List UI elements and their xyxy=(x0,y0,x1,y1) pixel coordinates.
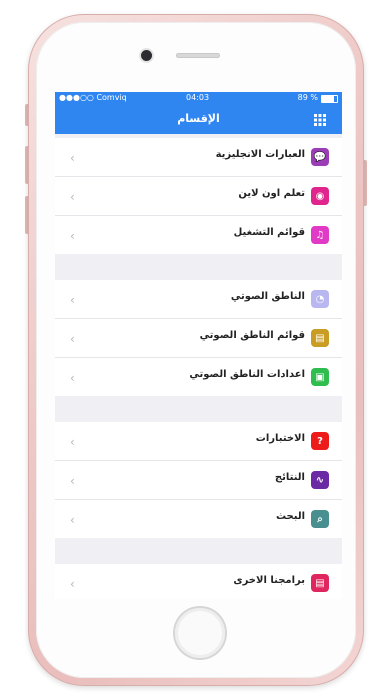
chevron-left-icon: ‹ xyxy=(70,435,75,449)
page-title: الإقسام xyxy=(177,112,220,125)
chevron-left-icon: ‹ xyxy=(70,513,75,527)
time-text: 04:03 xyxy=(186,93,210,102)
menu-row-label: النتائج xyxy=(274,472,305,483)
menu-row-label: تعلم اون لاين xyxy=(238,188,305,199)
menu-row[interactable]: العبارات الانجليزية 💬 ‹ xyxy=(55,138,342,177)
playlist-icon: ♫ xyxy=(311,226,329,244)
menu-group: برامجنا الاخرى ▤ ‹ xyxy=(55,564,342,599)
chevron-left-icon: ‹ xyxy=(70,332,75,346)
menu-group: الاختبارات? ‹ النتائج ∿ ‹ البحث ⌕ ‹ xyxy=(55,422,342,538)
group-separator xyxy=(55,396,342,422)
app-screen: ●●●○○ Comviq 04:03 89 % الإقسام العبارات… xyxy=(55,92,342,599)
carrier-text: ●●●○○ Comviq xyxy=(59,93,127,102)
menu-row[interactable]: برامجنا الاخرى ▤ ‹ xyxy=(55,564,342,599)
grid-icon[interactable] xyxy=(314,114,326,126)
menu-group: العبارات الانجليزية 💬 ‹ تعلم اون لاين ◉ ‹ قوائ… xyxy=(55,138,342,254)
question-icon: ? xyxy=(311,432,329,450)
menu-row-label: الاختبارات xyxy=(255,433,305,444)
menu-row-label: الناطق الصوتي xyxy=(230,291,305,302)
chevron-left-icon: ‹ xyxy=(70,151,75,165)
nav-bar: الإقسام xyxy=(55,105,342,134)
status-bar: ●●●○○ Comviq 04:03 89 % xyxy=(55,92,342,105)
chevron-left-icon: ‹ xyxy=(70,371,75,385)
group-separator xyxy=(55,538,342,564)
chevron-left-icon: ‹ xyxy=(70,293,75,307)
settings-phone-icon: ▣ xyxy=(311,368,329,386)
speech-list-icon: ▤ xyxy=(311,329,329,347)
menu-row-label: قوائم التشغيل xyxy=(233,227,305,238)
menu-groups: العبارات الانجليزية 💬 ‹ تعلم اون لاين ◉ ‹ قوائ… xyxy=(55,134,342,599)
group-separator xyxy=(55,254,342,280)
menu-row[interactable]: قوائم التشغيل ♫ ‹ xyxy=(55,216,342,254)
chevron-left-icon: ‹ xyxy=(70,474,75,488)
battery-icon xyxy=(321,95,338,103)
menu-group: الناطق الصوتي ◔ ‹ قوائم الناطق الصوتي ▤ ‹ اعدا… xyxy=(55,280,342,396)
menu-row-label: البحث xyxy=(275,511,305,522)
menu-row[interactable]: النتائج ∿ ‹ xyxy=(55,461,342,500)
speaker-icon: ◔ xyxy=(311,290,329,308)
menu-row[interactable]: الاختبارات? ‹ xyxy=(55,422,342,461)
menu-row-label: قوائم الناطق الصوتي xyxy=(199,330,305,341)
chevron-left-icon: ‹ xyxy=(70,577,75,591)
apps-list-icon: ▤ xyxy=(311,574,329,592)
menu-row[interactable]: البحث ⌕ ‹ xyxy=(55,500,342,538)
menu-row[interactable]: اعدادات الناطق الصوتي ▣ ‹ xyxy=(55,358,342,396)
menu-row-label: العبارات الانجليزية xyxy=(215,149,305,160)
front-camera xyxy=(141,50,152,61)
chevron-left-icon: ‹ xyxy=(70,229,75,243)
planet-icon: ◉ xyxy=(311,187,329,205)
search-icon: ⌕ xyxy=(311,510,329,528)
menu-row[interactable]: الناطق الصوتي ◔ ‹ xyxy=(55,280,342,319)
earpiece-speaker xyxy=(176,53,220,58)
home-button[interactable] xyxy=(175,608,225,658)
menu-row-label: اعدادات الناطق الصوتي xyxy=(189,369,305,380)
chevron-left-icon: ‹ xyxy=(70,190,75,204)
chat-bubble-icon: 💬 xyxy=(311,148,329,166)
menu-row-label: برامجنا الاخرى xyxy=(233,575,305,586)
chart-line-icon: ∿ xyxy=(311,471,329,489)
menu-row[interactable]: تعلم اون لاين ◉ ‹ xyxy=(55,177,342,216)
battery-text: 89 % xyxy=(297,93,318,102)
menu-row[interactable]: قوائم الناطق الصوتي ▤ ‹ xyxy=(55,319,342,358)
